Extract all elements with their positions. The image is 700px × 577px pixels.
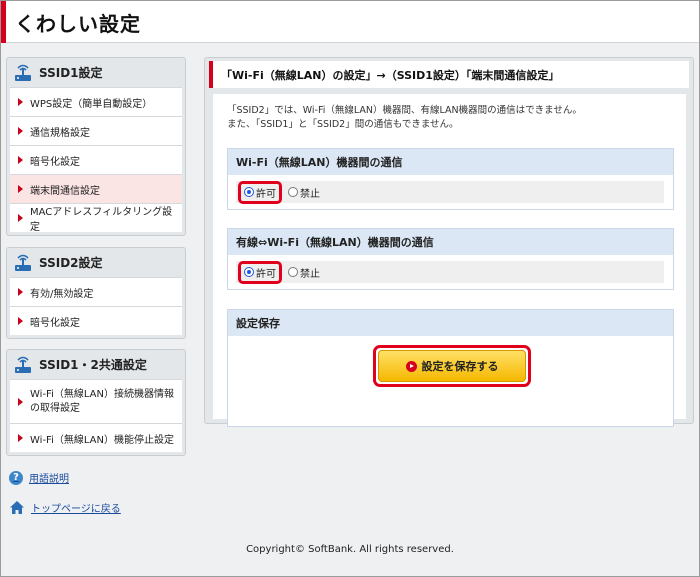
section-title: 設定保存 [228,310,673,336]
sidebar-item-enable-disable[interactable]: 有効/無効設定 [10,277,182,306]
wifi-router-icon [15,64,31,81]
sidebar-item-terminal-communication[interactable]: 端末間通信設定 [10,174,182,203]
section-title: 有線⇔Wi-Fi（無線LAN）機器間の通信 [228,229,673,255]
main-title: 「Wi-Fi（無線LAN）の設定」→（SSID1設定）「端末間通信設定」 [209,61,689,88]
radio-label: 許可 [256,268,276,280]
radio-button[interactable] [288,267,298,277]
main-panel: 「Wi-Fi（無線LAN）の設定」→（SSID1設定）「端末間通信設定」 「SS… [204,57,694,427]
wifi-router-icon [15,356,31,373]
sidebar-item-device-info[interactable]: Wi-Fi（無線LAN）接続機器情報 の取得設定 [10,379,182,423]
sidebar-item-mac-filtering[interactable]: MACアドレスフィルタリング設定 [10,203,182,233]
triangle-right-icon [18,156,23,164]
sidebar-group-header: SSID1・2共通設定 [7,350,185,379]
sidebar-item-label: 暗号化設定 [30,317,80,329]
description-line2: また、「SSID1」と「SSID2」間の通信もできません。 [227,119,459,130]
play-arrow-icon [405,360,417,372]
sidebar-group-title: SSID2設定 [39,256,103,270]
wifi-router-icon [15,254,31,271]
triangle-right-icon [18,317,23,325]
description-line1: 「SSID2」では、Wi-Fi（無線LAN）機器間、有線LAN機器間の通信はでき… [227,105,582,116]
description: 「SSID2」では、Wi-Fi（無線LAN）機器間、有線LAN機器間の通信はでき… [227,104,582,132]
top-page-link-label: トップページに戻る [31,504,121,515]
save-settings-button[interactable]: 設定を保存する [378,350,526,382]
header-accent-bar [1,1,6,43]
sidebar-item-label: Wi-Fi（無線LAN）接続機器情報 の取得設定 [30,388,174,416]
main-body: 「SSID2」では、Wi-Fi（無線LAN）機器間、有線LAN機器間の通信はでき… [213,94,686,427]
sidebar-item-encryption[interactable]: 暗号化設定 [10,145,182,174]
sidebar-group-ssid1: SSID1設定 WPS設定（簡単自動設定） 通信規格設定 暗号化設定 端末間通信… [6,57,186,236]
radio-button-selected[interactable] [244,267,254,277]
sidebar-group-common: SSID1・2共通設定 Wi-Fi（無線LAN）接続機器情報 の取得設定 Wi-… [6,349,186,456]
radio-deny-wifi[interactable]: 禁止 [288,185,320,200]
triangle-right-icon [18,98,23,106]
highlight-box: 許可 [238,180,282,204]
sidebar-item-label: 暗号化設定 [30,156,80,168]
glossary-link-label: 用語説明 [29,474,69,485]
home-icon [10,501,24,514]
sidebar-item-label: MACアドレスフィルタリング設定 [30,207,173,233]
sidebar-item-label: WPS設定（簡単自動設定） [30,98,153,110]
triangle-right-icon [18,185,23,193]
radio-label: 禁止 [300,188,320,200]
sidebar-item-standard[interactable]: 通信規格設定 [10,116,182,145]
help-icon: ? [9,470,23,485]
radio-button[interactable] [288,187,298,197]
sidebar-item-label: 有効/無効設定 [30,288,94,300]
section-wifi-communication: Wi-Fi（無線LAN）機器間の通信 許可 禁止 [227,148,674,210]
highlight-box: 設定を保存する [373,345,531,387]
sidebar-group-header: SSID1設定 [7,58,185,87]
page-title: くわしい設定 [15,12,141,36]
sidebar-item-wps[interactable]: WPS設定（簡単自動設定） [10,87,182,116]
sidebar-group-title: SSID1設定 [39,66,103,80]
sidebar-item-label: 通信規格設定 [30,127,90,139]
sidebar-item-wifi-stop[interactable]: Wi-Fi（無線LAN）機能停止設定 [10,423,182,452]
highlight-box: 許可 [238,260,282,284]
sidebar-item-label: 端末間通信設定 [30,185,100,197]
sidebar-item-label-line2: の取得設定 [30,402,80,414]
page-header: くわしい設定 [1,1,699,43]
radio-label: 禁止 [300,268,320,280]
triangle-right-icon [18,434,23,442]
radio-group-wifi: 許可 禁止 [236,180,664,204]
triangle-right-icon [18,288,23,296]
sidebar-item-encryption-ssid2[interactable]: 暗号化設定 [10,306,182,335]
top-page-link[interactable]: トップページに戻る [9,500,121,515]
radio-allow-wifi[interactable]: 許可 [244,185,276,200]
radio-group-wired-wifi: 許可 禁止 [236,260,664,284]
glossary-link[interactable]: ? 用語説明 [9,470,69,485]
save-button-label: 設定を保存する [421,360,499,373]
radio-allow-wired-wifi[interactable]: 許可 [244,265,276,280]
triangle-right-icon [18,127,23,135]
radio-button-selected[interactable] [244,187,254,197]
sidebar-group-header: SSID2設定 [7,248,185,277]
triangle-right-icon [18,214,23,222]
copyright: Copyright© SoftBank. All rights reserved… [246,544,454,555]
sidebar-item-label: Wi-Fi（無線LAN）機能停止設定 [30,434,174,446]
radio-deny-wired-wifi[interactable]: 禁止 [288,265,320,280]
sidebar-item-label-line1: Wi-Fi（無線LAN）接続機器情報 [30,388,174,400]
triangle-right-icon [18,397,23,406]
section-save: 設定保存 設定を保存する [227,309,674,427]
sidebar-group-title: SSID1・2共通設定 [39,358,147,372]
section-title: Wi-Fi（無線LAN）機器間の通信 [228,149,673,175]
section-wired-wifi-communication: 有線⇔Wi-Fi（無線LAN）機器間の通信 許可 禁止 [227,228,674,290]
radio-label: 許可 [256,188,276,200]
sidebar-group-ssid2: SSID2設定 有効/無効設定 暗号化設定 [6,247,186,339]
